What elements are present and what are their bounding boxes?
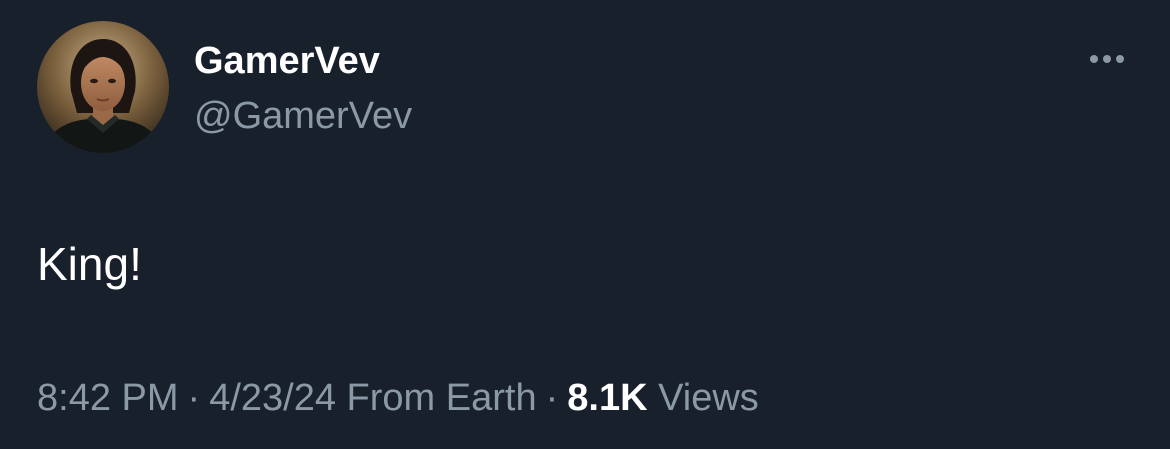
meta-separator: · <box>187 377 201 419</box>
more-options-icon[interactable] <box>1080 44 1134 74</box>
tweet-date[interactable]: 4/23/24 <box>209 377 336 419</box>
meta-separator: · <box>545 377 559 419</box>
avatar[interactable] <box>37 21 169 153</box>
author-display-name[interactable]: GamerVev <box>194 37 380 85</box>
tweet-time[interactable]: 8:42 PM <box>37 377 179 419</box>
views-count[interactable]: 8.1K <box>567 377 647 419</box>
author-handle[interactable]: @GamerVev <box>194 92 412 140</box>
more-dot <box>1116 55 1124 63</box>
views-label: Views <box>658 377 759 419</box>
tweet: GamerVev @GamerVev King! 8:42 PM · 4/23/24… <box>0 0 1170 449</box>
avatar-photo <box>37 21 169 153</box>
tweet-source: From Earth <box>346 377 537 419</box>
tweet-meta: 8:42 PM · 4/23/24 From Earth · 8.1K Views <box>37 374 759 422</box>
tweet-text: King! <box>37 238 142 290</box>
more-dot <box>1090 55 1098 63</box>
more-dot <box>1103 55 1111 63</box>
